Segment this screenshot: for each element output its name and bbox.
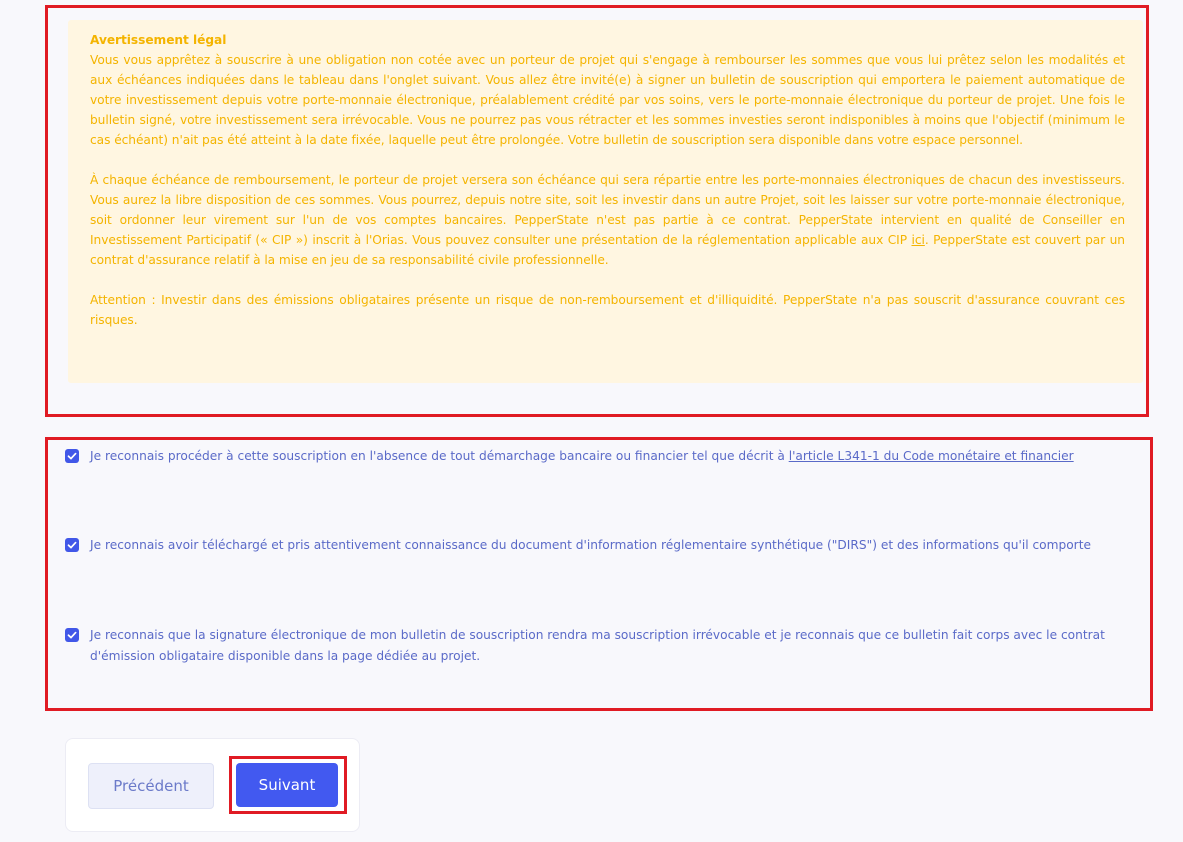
next-button-highlight: Suivant bbox=[229, 756, 347, 814]
acknowledgement-irrevocable: Je reconnais que la signature électroniq… bbox=[65, 625, 1140, 667]
acknowledgement-no-solicitation: Je reconnais procéder à cette souscripti… bbox=[65, 446, 1140, 467]
no-solicitation-label: Je reconnais procéder à cette souscripti… bbox=[90, 446, 1140, 467]
next-button[interactable]: Suivant bbox=[236, 763, 338, 807]
checkmark-icon bbox=[67, 631, 77, 639]
legal-warning-title: Avertissement légal bbox=[90, 33, 227, 47]
cip-regulation-link[interactable]: ici bbox=[912, 233, 925, 247]
no-solicitation-text: Je reconnais procéder à cette souscripti… bbox=[90, 449, 789, 463]
subscription-step-page: Avertissement légal Vous vous apprêtez à… bbox=[0, 0, 1183, 842]
irrevocable-label: Je reconnais que la signature électroniq… bbox=[90, 628, 1105, 663]
navigation-card: Précédent Suivant bbox=[65, 738, 360, 832]
checkmark-icon bbox=[67, 452, 77, 460]
no-solicitation-checkbox[interactable] bbox=[65, 449, 79, 463]
legal-warning-highlight: Avertissement légal Vous vous apprêtez à… bbox=[45, 5, 1149, 417]
legal-warning-box: Avertissement légal Vous vous apprêtez à… bbox=[68, 20, 1143, 383]
previous-button[interactable]: Précédent bbox=[88, 763, 214, 809]
acknowledgements-highlight: Je reconnais procéder à cette souscripti… bbox=[45, 437, 1153, 711]
irrevocable-checkbox[interactable] bbox=[65, 628, 79, 642]
checkmark-icon bbox=[67, 541, 77, 549]
legal-paragraph-risk: Attention : Investir dans des émissions … bbox=[90, 293, 1125, 327]
dirs-checkbox[interactable] bbox=[65, 538, 79, 552]
legal-paragraph-repayment: À chaque échéance de remboursement, le p… bbox=[90, 170, 1125, 270]
article-l341-1-link[interactable]: l'article L341-1 du Code monétaire et fi… bbox=[789, 449, 1074, 463]
dirs-label: Je reconnais avoir téléchargé et pris at… bbox=[90, 538, 1091, 552]
legal-paragraph-subscription: Vous vous apprêtez à souscrire à une obl… bbox=[90, 53, 1125, 147]
acknowledgement-dirs: Je reconnais avoir téléchargé et pris at… bbox=[65, 535, 1140, 556]
